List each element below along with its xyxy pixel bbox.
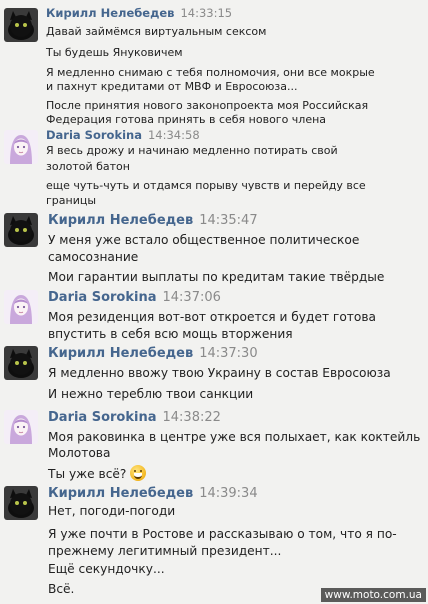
author-label[interactable]: Daria Sorokina — [46, 128, 142, 142]
author-name[interactable]: Кирилл Нелебедев 14:37:30 — [48, 346, 258, 361]
author-label[interactable]: Кирилл Нелебедев — [48, 213, 193, 228]
timestamp: 14:37:30 — [199, 346, 258, 361]
author-name[interactable]: Кирилл Нелебедев 14:39:34 — [48, 486, 258, 501]
message-line: У меня уже встало общественное политичес… — [48, 233, 360, 247]
message-line: Моя раковинка в центре уже вся полыхает,… — [48, 430, 421, 444]
timestamp: 14:39:34 — [199, 486, 258, 501]
message-line: прежнему легитимный президент... — [48, 544, 282, 558]
message-line: еще чуть-чуть и отдамся порыву чувств и … — [46, 179, 366, 192]
author-label[interactable]: Daria Sorokina — [48, 290, 157, 305]
message-line: золотой батон — [46, 160, 130, 173]
message-line: и пахнут кредитами от МВФ и Евросоюза... — [46, 80, 298, 93]
author-label[interactable]: Daria Sorokina — [48, 410, 157, 425]
message-line: границы — [46, 194, 97, 207]
black-cat-avatar-icon[interactable] — [4, 346, 38, 380]
message-line: Молотова — [48, 446, 111, 460]
watermark: www.moto.com.ua — [320, 588, 426, 602]
message-line: Я уже почти в Ростове и рассказываю о то… — [48, 527, 397, 541]
smiley-emoji-icon — [130, 465, 147, 481]
message-line: Ещё секундочку... — [48, 562, 165, 576]
black-cat-avatar-icon[interactable] — [4, 486, 38, 520]
message-line: Я весь дрожу и начинаю медленно потирать… — [46, 144, 338, 157]
message-line: Моя резиденция вот-вот откроется и будет… — [48, 310, 376, 324]
black-cat-avatar-icon[interactable] — [4, 213, 38, 247]
author-name[interactable]: Daria Sorokina 14:37:06 — [48, 290, 221, 305]
author-label[interactable]: Кирилл Нелебедев — [46, 6, 174, 20]
author-name[interactable]: Кирилл Нелебедев 14:33:15 — [46, 6, 232, 20]
timestamp: 14:37:06 — [162, 290, 221, 305]
message-line: Нет, погоди-погоди — [48, 504, 176, 518]
message-line: впустить в себя всю мощь вторжения — [48, 327, 293, 341]
message-line: После принятия нового законопроекта моя … — [46, 99, 369, 112]
author-name[interactable]: Кирилл Нелебедев 14:35:47 — [48, 213, 258, 228]
author-name[interactable]: Daria Sorokina 14:38:22 — [48, 410, 221, 425]
author-label[interactable]: Кирилл Нелебедев — [48, 486, 193, 501]
message-line: Мои гарантии выплаты по кредитам такие т… — [48, 270, 385, 284]
message-line: Я медленно ввожу твою Украину в состав Е… — [48, 366, 391, 380]
message-line: Ты уже всё? — [48, 465, 147, 481]
girl-drawing-avatar-icon[interactable] — [4, 410, 38, 444]
message-line: Я медленно снимаю с тебя полномочия, они… — [46, 66, 375, 79]
girl-drawing-avatar-icon[interactable] — [4, 130, 38, 164]
message-line: Всё. — [48, 582, 75, 596]
timestamp: 14:35:47 — [199, 213, 258, 228]
author-name[interactable]: Daria Sorokina 14:34:58 — [46, 128, 200, 142]
message-line: Ты будешь Януковичем — [46, 46, 183, 59]
message-line: Давай займёмся виртуальным сексом — [46, 25, 267, 38]
girl-drawing-avatar-icon[interactable] — [4, 290, 38, 324]
timestamp: 14:33:15 — [180, 6, 233, 20]
timestamp: 14:34:58 — [147, 128, 200, 142]
message-line: И нежно тереблю твои санкции — [48, 387, 254, 401]
author-label[interactable]: Кирилл Нелебедев — [48, 346, 193, 361]
message-line: самосознание — [48, 250, 139, 264]
timestamp: 14:38:22 — [162, 410, 221, 425]
black-cat-avatar-icon[interactable] — [4, 8, 38, 42]
chat-log: Кирилл Нелебедев 14:33:15 Давай займёмся … — [0, 0, 428, 604]
message-text: Ты уже всё? — [48, 467, 127, 481]
message-line: Федерация готова принять в себя нового ч… — [46, 113, 327, 126]
